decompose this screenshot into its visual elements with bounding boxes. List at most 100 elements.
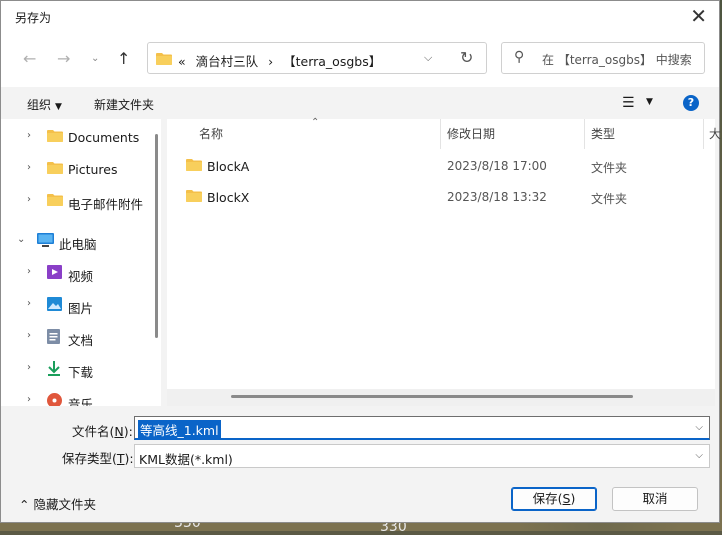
organize-label: 组织 bbox=[27, 98, 52, 112]
column-header-type[interactable]: 类型 bbox=[591, 125, 615, 142]
download-icon bbox=[48, 361, 60, 376]
sidebar-item-label: 音乐 bbox=[68, 397, 94, 406]
breadcrumb-item[interactable]: 滴台村三队 bbox=[196, 54, 259, 69]
search-box[interactable]: ⚲ 在 【terra_osgbs】 中搜索 bbox=[501, 42, 705, 74]
sidebar-item-documents-library[interactable]: › 文档 bbox=[1, 322, 151, 352]
column-header-date[interactable]: 修改日期 bbox=[447, 125, 495, 142]
column-divider[interactable] bbox=[440, 119, 441, 149]
column-divider[interactable] bbox=[584, 119, 585, 149]
chevron-down-icon[interactable]: ⌄ bbox=[17, 234, 25, 245]
chevron-right-icon[interactable]: › bbox=[27, 194, 31, 205]
new-folder-button[interactable]: 新建文件夹 bbox=[94, 96, 154, 113]
filename-label: 文件名(N): bbox=[72, 421, 133, 440]
sidebar-item-email-attachments[interactable]: › 电子邮件附件 bbox=[1, 186, 151, 216]
chevron-right-icon[interactable]: › bbox=[27, 362, 31, 373]
chevron-up-icon: ⌃ bbox=[19, 497, 30, 512]
dialog-title: 另存为 bbox=[15, 11, 52, 25]
save-button[interactable]: 保存(S) bbox=[511, 487, 597, 511]
column-header-name[interactable]: 名称 bbox=[199, 125, 223, 142]
filename-label-text: 文件名( bbox=[72, 424, 115, 439]
file-list-horizontal-scrollbar[interactable] bbox=[231, 395, 633, 398]
sidebar-item-label: 文档 bbox=[68, 333, 94, 348]
back-arrow-icon[interactable]: ← bbox=[23, 49, 36, 68]
file-row[interactable]: BlockX 2023/8/18 13:32 文件夹 bbox=[167, 182, 715, 212]
chevron-right-icon[interactable]: › bbox=[27, 298, 31, 309]
sidebar-item-this-pc[interactable]: ⌄ 此电脑 bbox=[1, 226, 151, 256]
file-type: 文件夹 bbox=[591, 161, 628, 175]
filename-label-accesskey: N bbox=[114, 424, 124, 439]
caret-down-icon[interactable]: ▼ bbox=[646, 97, 653, 107]
file-list: ⌃ 名称 修改日期 类型 大 BlockA 2023/8/18 17:00 文件… bbox=[167, 117, 721, 406]
search-icon: ⚲ bbox=[514, 49, 525, 65]
chevron-right-icon[interactable]: › bbox=[27, 266, 31, 277]
sidebar-item-documents[interactable]: › Documents bbox=[1, 122, 151, 152]
hide-folders-label: 隐藏文件夹 bbox=[33, 497, 96, 512]
filename-input[interactable]: 等高线_1.kml ⌵ bbox=[134, 416, 710, 440]
close-icon[interactable]: ✕ bbox=[690, 5, 707, 27]
up-arrow-icon[interactable]: ↑ bbox=[117, 49, 130, 68]
view-options-icon[interactable]: ☰ bbox=[622, 95, 635, 111]
save-label-end: ) bbox=[570, 491, 576, 506]
breadcrumb: « 滴台村三队 › 【terra_osgbs】 bbox=[178, 51, 387, 70]
command-bar: 组织 ▼ 新建文件夹 ☰ ▼ ? bbox=[1, 87, 719, 119]
address-dropdown-icon[interactable]: ⌵ bbox=[424, 51, 432, 65]
refresh-icon[interactable]: ↻ bbox=[460, 48, 473, 67]
sidebar-item-label: 视频 bbox=[68, 269, 94, 284]
filetype-label-accesskey: T bbox=[116, 451, 125, 466]
chevron-down-icon[interactable]: ⌵ bbox=[695, 422, 703, 433]
sidebar-item-label: 图片 bbox=[68, 301, 94, 316]
chevron-right-icon[interactable]: › bbox=[27, 394, 31, 405]
video-icon bbox=[47, 265, 62, 279]
sort-ascending-icon: ⌃ bbox=[311, 117, 320, 128]
sidebar-scrollbar[interactable] bbox=[155, 134, 158, 338]
cancel-button[interactable]: 取消 bbox=[612, 487, 698, 511]
file-date: 2023/8/18 13:32 bbox=[447, 190, 547, 204]
pictures-icon bbox=[47, 297, 62, 311]
filetype-select[interactable]: KML数据(*.kml) ⌵ bbox=[134, 444, 710, 468]
chevron-right-icon[interactable]: › bbox=[27, 130, 31, 141]
file-name: BlockX bbox=[207, 190, 250, 205]
sidebar-item-label: 电子邮件附件 bbox=[68, 197, 144, 212]
sidebar-item-label: Pictures bbox=[68, 162, 118, 177]
filename-value: 等高线_1.kml bbox=[138, 420, 221, 439]
hide-folders-toggle[interactable]: ⌃ 隐藏文件夹 bbox=[19, 494, 96, 513]
documents-icon bbox=[47, 329, 60, 344]
file-row[interactable]: BlockA 2023/8/18 17:00 文件夹 bbox=[167, 151, 715, 181]
chevron-right-icon[interactable]: › bbox=[27, 330, 31, 341]
file-name: BlockA bbox=[207, 159, 250, 174]
folder-icon bbox=[47, 194, 63, 206]
address-bar[interactable]: « 滴台村三队 › 【terra_osgbs】 ⌵ ↻ bbox=[147, 42, 487, 74]
column-header-size[interactable]: 大 bbox=[709, 125, 721, 142]
folder-icon bbox=[47, 130, 63, 142]
folder-icon bbox=[47, 162, 63, 174]
column-divider[interactable] bbox=[703, 119, 704, 149]
computer-icon bbox=[37, 233, 54, 247]
navigation-bar: ← → ⌄ ↑ « 滴台村三队 › 【terra_osgbs】 ⌵ ↻ ⚲ 在 … bbox=[1, 33, 719, 87]
breadcrumb-item[interactable]: 【terra_osgbs】 bbox=[283, 54, 381, 69]
help-icon[interactable]: ? bbox=[683, 95, 699, 111]
filetype-value: KML数据(*.kml) bbox=[139, 452, 233, 467]
music-icon bbox=[47, 393, 62, 406]
recent-locations-chevron-icon[interactable]: ⌄ bbox=[91, 53, 99, 64]
filetype-label-text: 保存类型( bbox=[62, 451, 117, 466]
filetype-label: 保存类型(T): bbox=[62, 448, 134, 467]
chevron-right-icon[interactable]: › bbox=[27, 162, 31, 173]
organize-button[interactable]: 组织 ▼ bbox=[27, 96, 62, 113]
breadcrumb-overflow[interactable]: « bbox=[178, 54, 186, 69]
navigation-pane: › Documents › Pictures › 电子邮件附件 ⌄ 此电脑 › … bbox=[1, 119, 161, 406]
search-placeholder: 在 【terra_osgbs】 中搜索 bbox=[542, 53, 692, 67]
forward-arrow-icon[interactable]: → bbox=[57, 49, 70, 68]
file-type: 文件夹 bbox=[591, 192, 628, 206]
sidebar-item-pictures[interactable]: › Pictures bbox=[1, 154, 151, 184]
file-date: 2023/8/18 17:00 bbox=[447, 159, 547, 173]
breadcrumb-separator[interactable]: › bbox=[268, 54, 273, 69]
chevron-down-icon[interactable]: ⌵ bbox=[695, 450, 703, 461]
filetype-label-end: ): bbox=[124, 451, 134, 466]
save-label: 保存( bbox=[532, 491, 563, 506]
sidebar-item-downloads[interactable]: › 下载 bbox=[1, 354, 151, 384]
sidebar-item-videos[interactable]: › 视频 bbox=[1, 258, 151, 288]
sidebar-item-music[interactable]: › 音乐 bbox=[1, 386, 151, 406]
sidebar-item-pictures-library[interactable]: › 图片 bbox=[1, 290, 151, 320]
folder-icon bbox=[186, 190, 202, 202]
sidebar-item-label: 此电脑 bbox=[59, 237, 97, 252]
